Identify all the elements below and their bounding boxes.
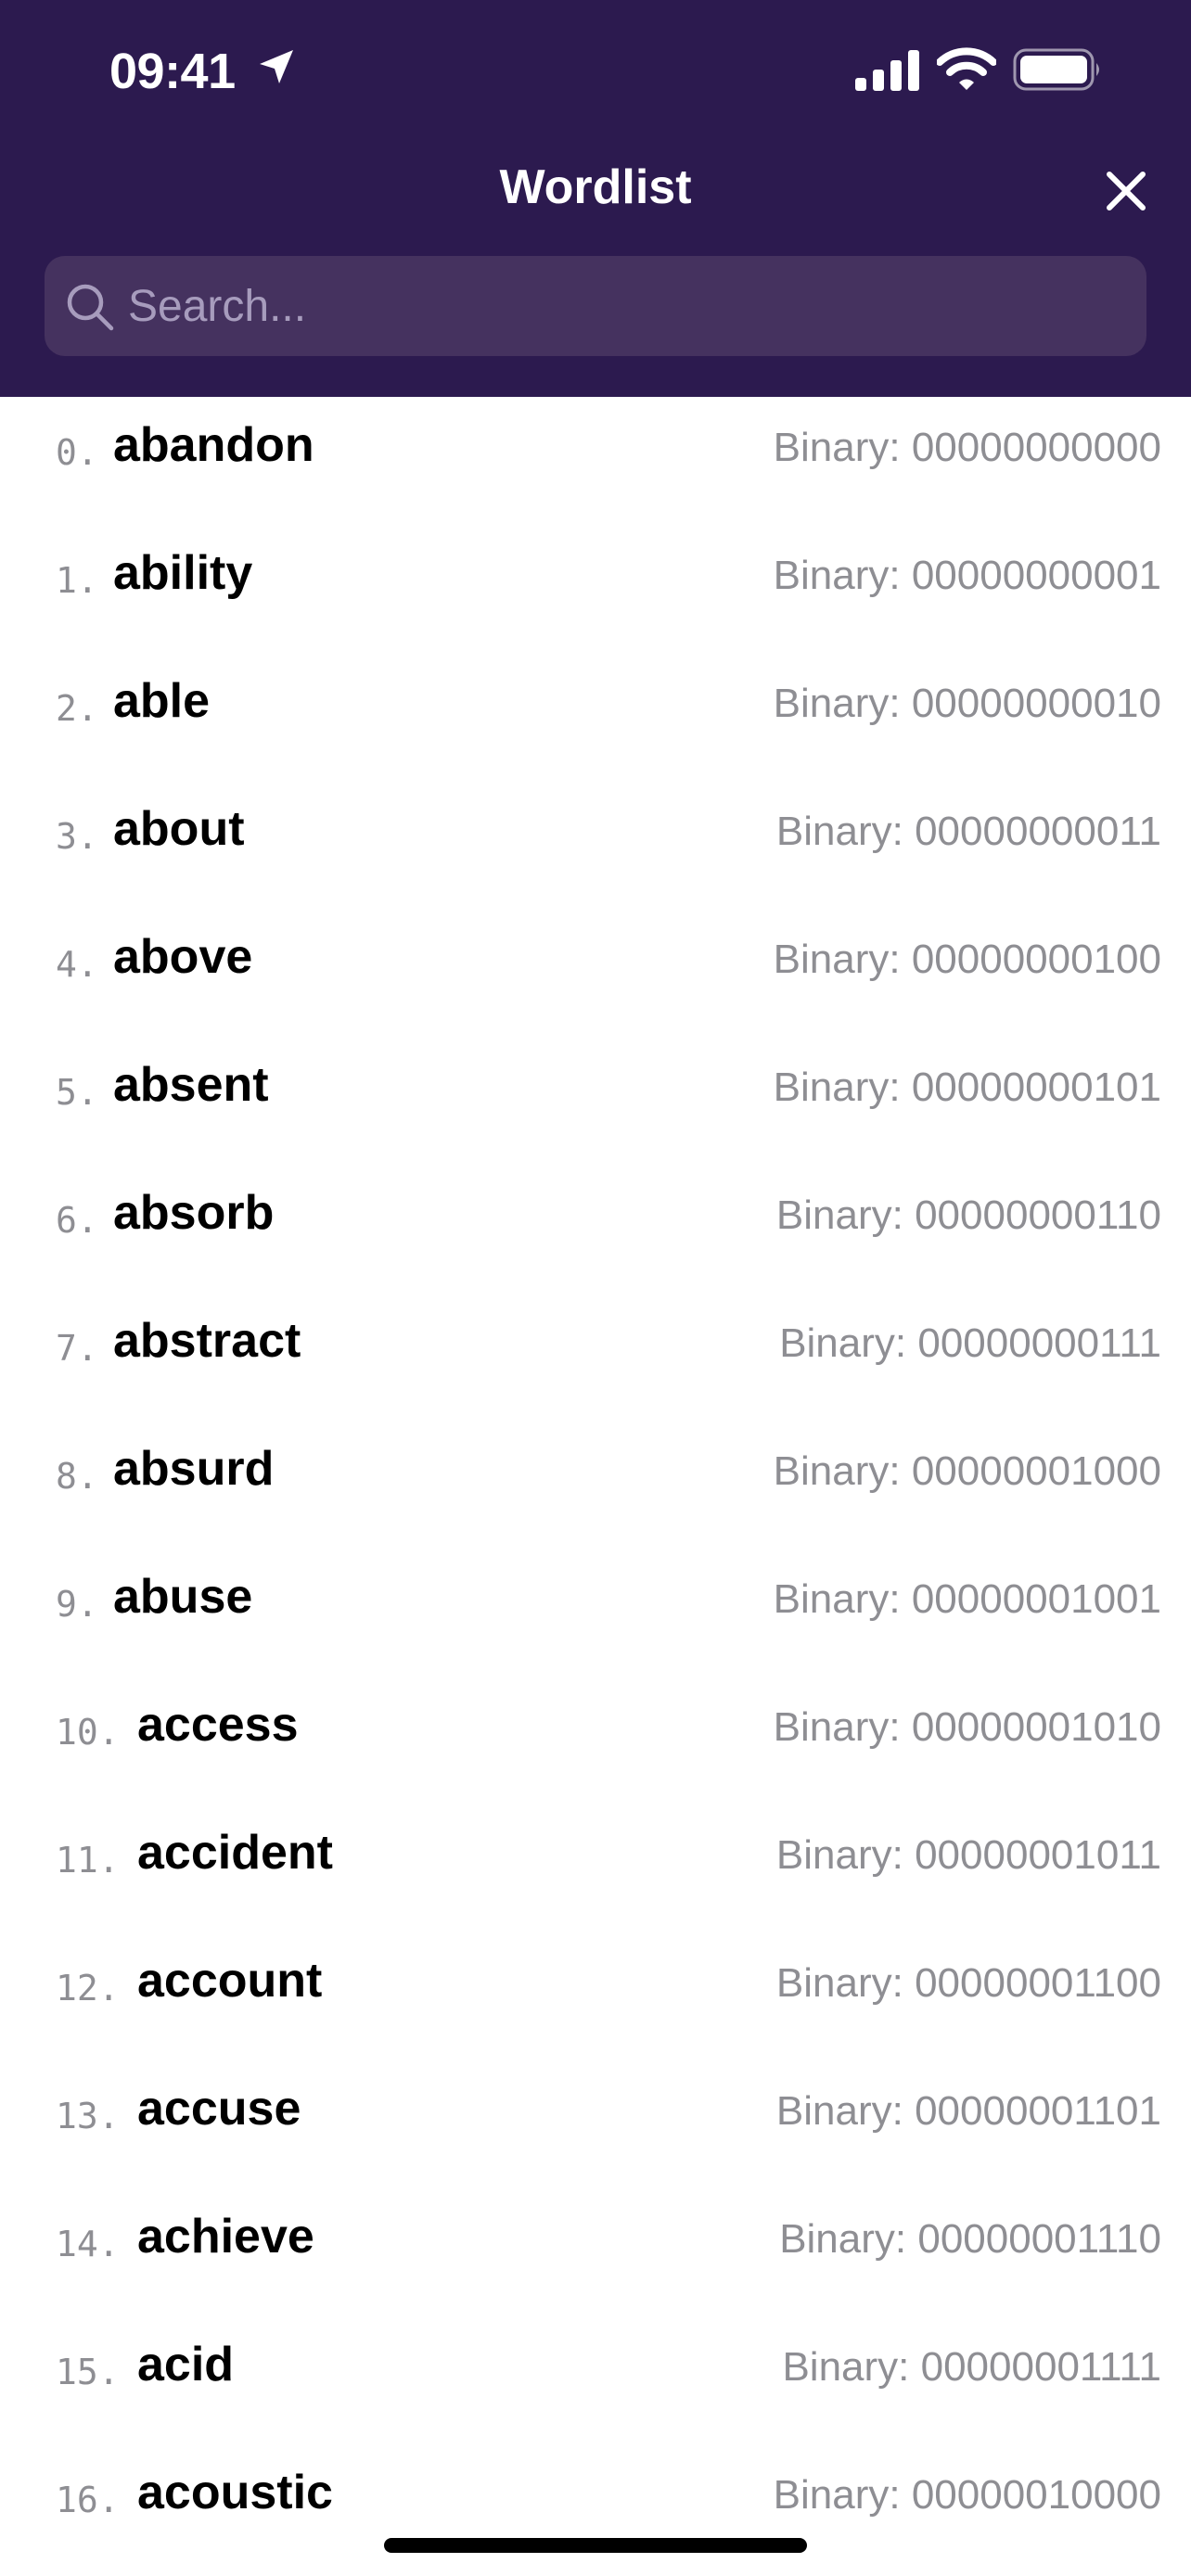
list-item[interactable]: 14. achieve Binary: 00000001110 [0, 2175, 1191, 2303]
binary-value: Binary: 00000000110 [775, 1192, 1161, 1238]
word-label: accident [137, 1826, 333, 1880]
word-index: 10. [56, 1712, 120, 1753]
word-label: absurd [113, 1442, 275, 1496]
word-index: 14. [56, 2224, 120, 2264]
word-index: 13. [56, 2096, 120, 2136]
location-arrow-icon [260, 50, 293, 83]
word-index: 5. [56, 1072, 98, 1113]
binary-value: Binary: 00000001001 [773, 1576, 1161, 1622]
word-index: 7. [56, 1328, 98, 1369]
list-item[interactable]: 11. accident Binary: 00000001011 [0, 1792, 1191, 1919]
word-index: 3. [56, 816, 98, 857]
list-item[interactable]: 1. ability Binary: 00000000001 [0, 512, 1191, 640]
word-index: 15. [56, 2352, 120, 2392]
binary-value: Binary: 00000000100 [773, 937, 1161, 982]
word-index: 16. [56, 2480, 120, 2520]
word-index: 1. [56, 560, 98, 601]
word-index: 2. [56, 688, 98, 729]
word-index: 4. [56, 944, 98, 985]
word-label: absent [113, 1058, 269, 1112]
list-item[interactable]: 12. account Binary: 00000001100 [0, 1919, 1191, 2047]
list-item[interactable]: 2. able Binary: 00000000010 [0, 640, 1191, 768]
close-button[interactable] [1100, 165, 1152, 217]
list-item[interactable]: 10. access Binary: 00000001010 [0, 1664, 1191, 1792]
word-list: 0. abandon Binary: 00000000000 1. ability Bin… [0, 397, 1191, 2576]
word-label: acid [137, 2338, 235, 2391]
word-label: abstract [113, 1314, 301, 1368]
word-label: acoustic [137, 2466, 333, 2519]
binary-value: Binary: 00000000010 [773, 681, 1161, 726]
close-icon [1107, 172, 1146, 210]
page-title: Wordlist [499, 160, 692, 214]
search-icon [67, 284, 114, 331]
list-item[interactable]: 8. absurd Binary: 00000001000 [0, 1408, 1191, 1536]
binary-value: Binary: 00000000111 [779, 1320, 1161, 1366]
list-item[interactable]: 15. acid Binary: 00000001111 [0, 2303, 1191, 2431]
binary-value: Binary: 00000010000 [773, 2472, 1161, 2518]
word-index: 9. [56, 1584, 98, 1625]
battery-icon [1013, 48, 1099, 91]
word-label: ability [113, 546, 253, 600]
list-item[interactable]: 5. absent Binary: 00000000101 [0, 1024, 1191, 1152]
list-item[interactable]: 13. accuse Binary: 00000001101 [0, 2047, 1191, 2175]
home-indicator [384, 2538, 807, 2553]
list-item[interactable]: 9. abuse Binary: 00000001001 [0, 1536, 1191, 1664]
wifi-icon [937, 47, 996, 90]
binary-value: Binary: 00000001110 [779, 2216, 1161, 2262]
cellular-signal-icon [855, 50, 919, 91]
binary-value: Binary: 00000001011 [775, 1832, 1161, 1878]
word-label: achieve [137, 2210, 314, 2264]
status-time: 09:41 [109, 44, 236, 99]
binary-value: Binary: 00000000001 [773, 553, 1161, 598]
binary-value: Binary: 00000000101 [773, 1065, 1161, 1110]
word-label: abandon [113, 418, 314, 472]
wordlist-screen: 09:41 Wordlist Search... 0. abandon Bina… [0, 0, 1191, 2576]
binary-value: Binary: 00000001100 [775, 1960, 1161, 2006]
list-item[interactable]: 7. abstract Binary: 00000000111 [0, 1280, 1191, 1408]
word-label: above [113, 930, 253, 984]
word-index: 8. [56, 1456, 98, 1497]
search-bar[interactable] [45, 256, 1146, 356]
word-label: abuse [113, 1570, 253, 1624]
word-label: account [137, 1954, 323, 2008]
word-index: 11. [56, 1840, 120, 1881]
binary-value: Binary: 00000000000 [773, 425, 1161, 470]
list-item[interactable]: 4. above Binary: 00000000100 [0, 896, 1191, 1024]
status-bar: 09:41 [0, 0, 1191, 139]
word-label: accuse [137, 2082, 301, 2136]
header: 09:41 Wordlist [0, 0, 1191, 397]
binary-value: Binary: 00000001111 [782, 2344, 1161, 2390]
word-label: about [113, 802, 245, 856]
list-item[interactable]: 3. about Binary: 00000000011 [0, 768, 1191, 896]
word-index: 0. [56, 432, 98, 473]
word-index: 12. [56, 1968, 120, 2009]
list-item[interactable]: 6. absorb Binary: 00000000110 [0, 1152, 1191, 1280]
search-input[interactable] [128, 256, 1121, 356]
word-label: access [137, 1698, 299, 1752]
binary-value: Binary: 00000001010 [773, 1704, 1161, 1750]
binary-value: Binary: 00000000011 [775, 809, 1161, 854]
binary-value: Binary: 00000001101 [775, 2088, 1161, 2134]
word-label: absorb [113, 1186, 275, 1240]
word-index: 6. [56, 1200, 98, 1241]
list-item[interactable]: 0. abandon Binary: 00000000000 [0, 397, 1191, 512]
binary-value: Binary: 00000001000 [773, 1448, 1161, 1494]
word-label: able [113, 674, 211, 728]
